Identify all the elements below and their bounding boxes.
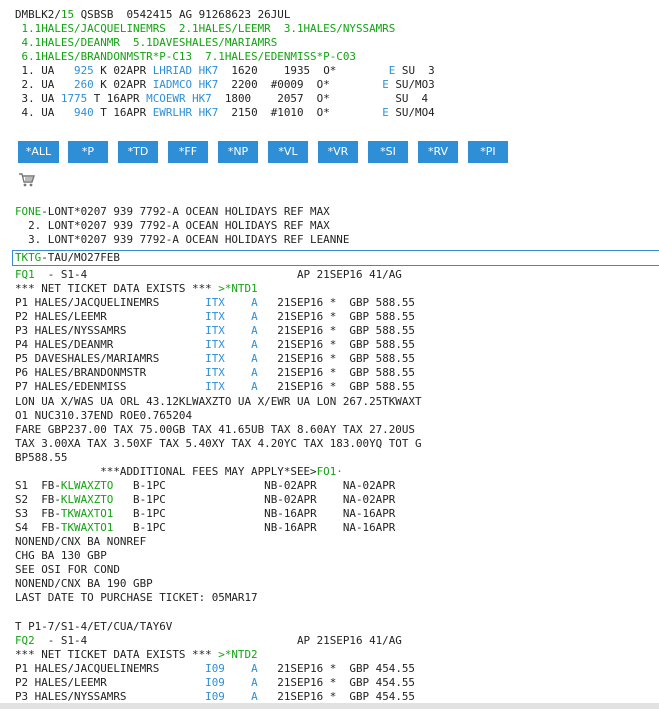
segment-status[interactable]: HK7 bbox=[199, 78, 219, 91]
fone-line-1: FONE-LONT*0207 939 7792-A OCEAN HOLIDAYS… bbox=[15, 205, 330, 218]
route-code[interactable]: EWRLHR bbox=[153, 106, 192, 119]
flight-number[interactable]: 260 bbox=[67, 78, 94, 91]
flight-number[interactable]: 940 bbox=[67, 106, 94, 119]
fq1-pax-row: P1 HALES/JACQUELINEMRS ITX A 21SEP16 * G… bbox=[15, 296, 415, 309]
fare-note: CHG BA 130 GBP bbox=[15, 549, 107, 562]
segment-status[interactable]: HK7 bbox=[199, 106, 219, 119]
header-details: QSBSB 0542415 AG 91268623 26JUL bbox=[74, 8, 291, 21]
fq1-key[interactable]: FQ1 bbox=[15, 268, 35, 281]
fq1-header: FQ1 - S1-4 AP 21SEP16 41/AG bbox=[15, 268, 402, 281]
si-button[interactable]: *SI bbox=[368, 141, 408, 163]
name-line-1[interactable]: 1.1HALES/JACQUELINEMRS 2.1HALES/LEEMR 3.… bbox=[15, 22, 396, 36]
segment-status[interactable]: HK7 bbox=[199, 64, 219, 77]
fare-calc-line: O1 NUC310.37END ROE0.765204 bbox=[15, 409, 193, 422]
fare-type-code[interactable]: ITX bbox=[205, 366, 225, 379]
fare-calc-line: BP588.55 bbox=[15, 451, 68, 464]
fq1-pax-row: P4 HALES/DEANMR ITX A 21SEP16 * GBP 588.… bbox=[15, 338, 415, 351]
flight-number[interactable]: 925 bbox=[67, 64, 94, 77]
fare-type-code[interactable]: ITX bbox=[205, 324, 225, 337]
fare-basis-code[interactable]: KLWAXZTO bbox=[61, 479, 113, 492]
fare-basis-row: S1 FB-KLWAXZTO B-1PC NB-02APR NA-02APR bbox=[15, 479, 396, 492]
ntd1-link[interactable]: >*NTD1 bbox=[218, 282, 257, 295]
fq1-net-line: *** NET TICKET DATA EXISTS *** >*NTD1 bbox=[15, 282, 258, 295]
route-code[interactable]: MCOEWR bbox=[146, 92, 185, 105]
fare-type-code[interactable]: I09 bbox=[205, 662, 225, 675]
fare-note: NONEND/CNX BA 190 GBP bbox=[15, 577, 153, 590]
fare-basis-code[interactable]: TKWAXTO1 bbox=[61, 521, 113, 534]
horizontal-scrollbar[interactable] bbox=[0, 703, 659, 709]
tktg-key[interactable]: TKTG bbox=[15, 251, 41, 264]
fo1-link[interactable]: FO1· bbox=[317, 465, 343, 478]
fq2-pax-row: P3 HALES/NYSSAMRS I09 A 21SEP16 * GBP 45… bbox=[15, 690, 415, 703]
fare-type-code[interactable]: ITX bbox=[205, 338, 225, 351]
segment-line-3: 3. UA 1775 T 16APR MCOEWR HK7 1800 2057 … bbox=[15, 92, 429, 105]
additional-fees-line: ***ADDITIONAL FEES MAY APPLY*SEE>FO1· bbox=[15, 465, 343, 478]
ntd2-link[interactable]: >*NTD2 bbox=[218, 648, 257, 661]
fone-key[interactable]: FONE bbox=[15, 205, 41, 218]
name-line-2[interactable]: 4.1HALES/DEANMR 5.1DAVESHALES/MARIAMRS bbox=[15, 36, 278, 50]
all-button[interactable]: *ALL bbox=[18, 141, 59, 163]
ticketing-line: T P1-7/S1-4/ET/CUA/TAY6V bbox=[15, 620, 173, 633]
segment-status[interactable]: HK7 bbox=[192, 92, 212, 105]
p-button[interactable]: *P bbox=[68, 141, 108, 163]
td-button[interactable]: *TD bbox=[118, 141, 158, 163]
record-locator-number[interactable]: 15 bbox=[61, 8, 74, 21]
fare-type-code[interactable]: ITX bbox=[205, 296, 225, 309]
fare-calc-line: FARE GBP237.00 TAX 75.00GB TAX 41.65UB T… bbox=[15, 423, 415, 436]
fare-type-code[interactable]: ITX bbox=[205, 352, 225, 365]
fare-type-code[interactable]: I09 bbox=[205, 676, 225, 689]
fare-note: SEE OSI FOR COND bbox=[15, 563, 120, 576]
rv-button[interactable]: *RV bbox=[418, 141, 458, 163]
np-button[interactable]: *NP bbox=[218, 141, 258, 163]
vr-button[interactable]: *VR bbox=[318, 141, 358, 163]
fare-basis-code[interactable]: KLWAXZTO bbox=[61, 493, 113, 506]
route-code[interactable]: LHRIAD bbox=[153, 64, 192, 77]
record-locator: DMBLK2/ bbox=[15, 8, 61, 21]
fq1-pax-row: P6 HALES/BRANDONMSTR ITX A 21SEP16 * GBP… bbox=[15, 366, 415, 379]
fq1-pax-row: P2 HALES/LEEMR ITX A 21SEP16 * GBP 588.5… bbox=[15, 310, 415, 323]
fq2-pax-row: P2 HALES/LEEMR I09 A 21SEP16 * GBP 454.5… bbox=[15, 676, 415, 689]
fone-line-3: 3. LONT*0207 939 7792-A OCEAN HOLIDAYS R… bbox=[15, 233, 350, 246]
fq2-key[interactable]: FQ2 bbox=[15, 634, 35, 647]
fare-basis-row: S4 FB-TKWAXTO1 B-1PC NB-16APR NA-16APR bbox=[15, 521, 396, 534]
segment-line-2: 2. UA 260 K 02APR IADMCO HK7 2200 #0009 … bbox=[15, 78, 435, 91]
fare-basis-row: S3 FB-TKWAXTO1 B-1PC NB-16APR NA-16APR bbox=[15, 507, 396, 520]
fq1-pax-row: P7 HALES/EDENMISS ITX A 21SEP16 * GBP 58… bbox=[15, 380, 415, 393]
fare-type-code[interactable]: I09 bbox=[205, 690, 225, 703]
fare-basis-row: S2 FB-KLWAXZTO B-1PC NB-02APR NA-02APR bbox=[15, 493, 396, 506]
fare-type-code[interactable]: ITX bbox=[205, 310, 225, 323]
pi-button[interactable]: *PI bbox=[468, 141, 508, 163]
route-code[interactable]: IADMCO bbox=[153, 78, 192, 91]
last-ticket-date: LAST DATE TO PURCHASE TICKET: 05MAR17 bbox=[15, 591, 258, 604]
fare-calc-line: LON UA X/WAS UA ORL 43.12KLWAXZTO UA X/E… bbox=[15, 395, 422, 408]
fq2-net-line: *** NET TICKET DATA EXISTS *** >*NTD2 bbox=[15, 648, 258, 661]
segment-line-1: 1. UA 925 K 02APR LHRIAD HK7 1620 1935 O… bbox=[15, 64, 435, 77]
fare-basis-code[interactable]: TKWAXTO1 bbox=[61, 507, 113, 520]
fare-note: NONEND/CNX BA NONREF bbox=[15, 535, 147, 548]
fare-type-code[interactable]: ITX bbox=[205, 380, 225, 393]
pnr-header: DMBLK2/15 QSBSB 0542415 AG 91268623 26JU… bbox=[15, 8, 290, 22]
name-line-3[interactable]: 6.1HALES/BRANDONMSTR*P-C13 7.1HALES/EDEN… bbox=[15, 50, 356, 64]
vl-button[interactable]: *VL bbox=[268, 141, 308, 163]
segment-line-4: 4. UA 940 T 16APR EWRLHR HK7 2150 #1010 … bbox=[15, 106, 435, 119]
ff-button[interactable]: *FF bbox=[168, 141, 208, 163]
fare-calc-line: TAX 3.00XA TAX 3.50XF TAX 5.40XY TAX 4.2… bbox=[15, 437, 422, 450]
tktg-line: TKTG-TAU/MO27FEB bbox=[15, 251, 120, 264]
fq1-pax-row: P5 DAVESHALES/MARIAMRS ITX A 21SEP16 * G… bbox=[15, 352, 415, 365]
fone-line-2: 2. LONT*0207 939 7792-A OCEAN HOLIDAYS R… bbox=[15, 219, 330, 232]
fq1-pax-row: P3 HALES/NYSSAMRS ITX A 21SEP16 * GBP 58… bbox=[15, 324, 415, 337]
fq2-pax-row: P1 HALES/JACQUELINEMRS I09 A 21SEP16 * G… bbox=[15, 662, 415, 675]
fq2-header: FQ2 - S1-4 AP 21SEP16 41/AG bbox=[15, 634, 402, 647]
shopping-cart-icon[interactable] bbox=[18, 172, 36, 188]
flight-number[interactable]: 1775 bbox=[61, 92, 87, 105]
